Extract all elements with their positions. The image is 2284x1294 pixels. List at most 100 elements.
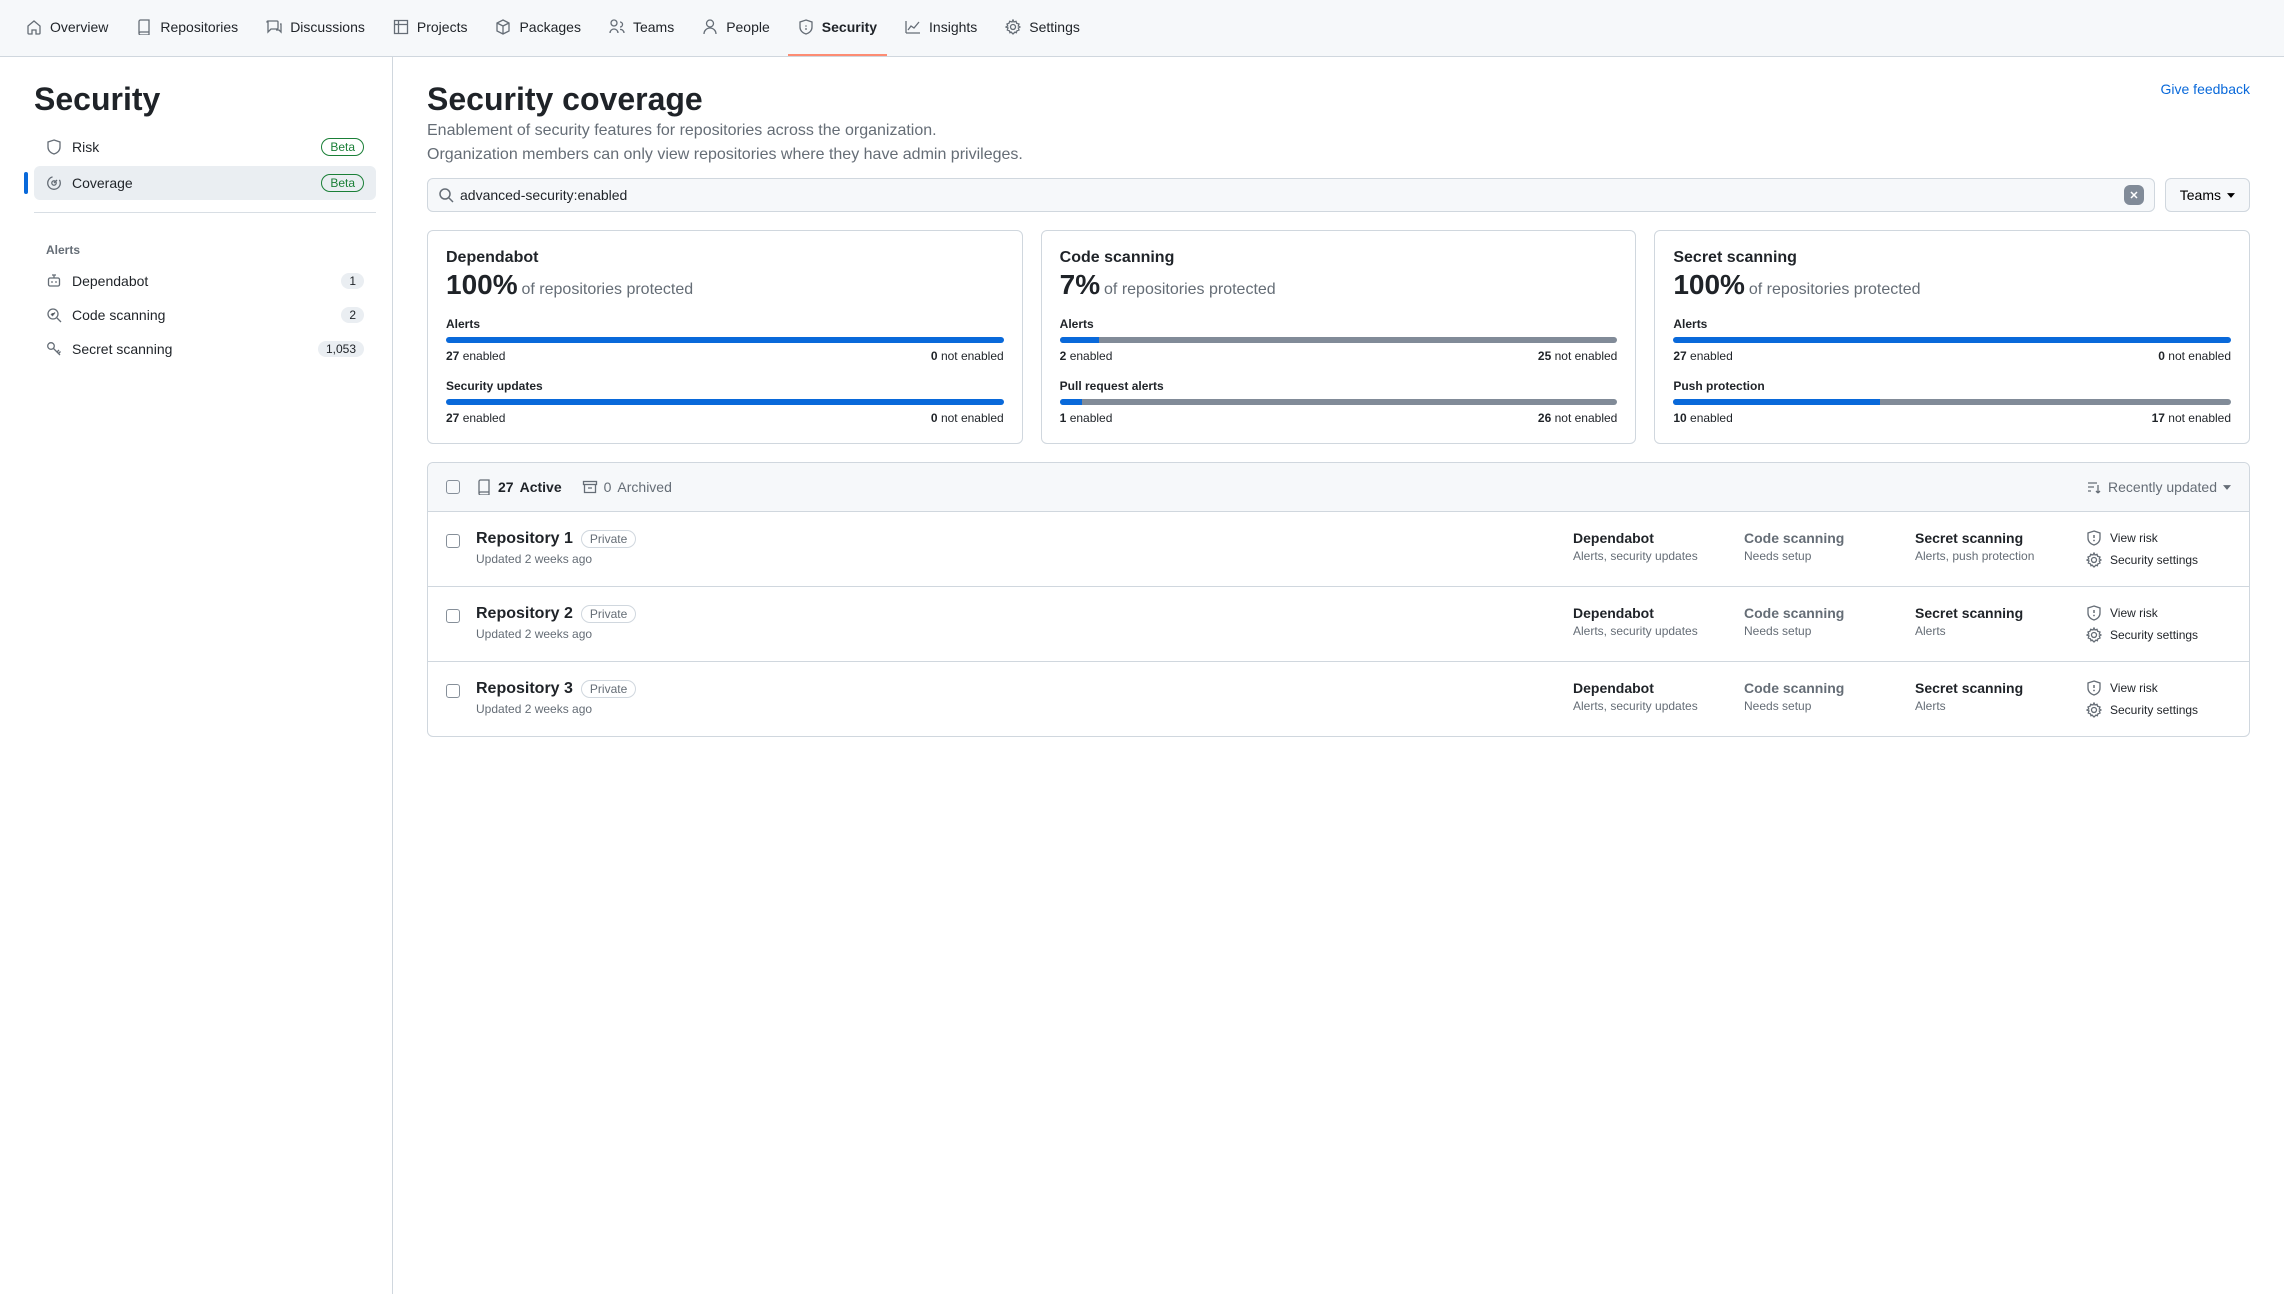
sort-button[interactable]: Recently updated [2086,479,2231,495]
card-percent: 100% [1673,269,1745,300]
active-count: 27 [498,479,514,495]
enabled-count: 27 enabled [446,411,505,425]
enabled-count: 2 enabled [1060,349,1113,363]
card-title: Code scanning [1060,249,1618,267]
search-input[interactable] [454,185,2124,205]
select-all-checkbox[interactable] [446,480,460,494]
card-percent-of: of repositories protected [1749,281,1921,298]
view-risk-link[interactable]: View risk [2086,530,2231,546]
sidebar: Security RiskBetaCoverageBeta Alerts Dep… [0,57,393,1294]
nav-label: Projects [417,19,468,35]
nav-people[interactable]: People [692,0,780,56]
page-title: Security coverage [427,81,703,118]
dependabot-title: Dependabot [1573,680,1728,696]
clear-search-button[interactable] [2124,185,2144,205]
sidebar-alerts-heading: Alerts [34,225,376,265]
nav-repositories[interactable]: Repositories [126,0,248,56]
nav-label: Discussions [290,19,365,35]
gear-icon [2086,552,2102,568]
nav-overview[interactable]: Overview [16,0,118,56]
codescanning-sub: Needs setup [1744,549,1899,563]
projects-icon [393,19,409,35]
sidebar-item-label: Risk [72,139,311,155]
nav-discussions[interactable]: Discussions [256,0,375,56]
beta-badge: Beta [321,138,364,156]
secretscanning-sub: Alerts, push protection [1915,549,2070,563]
sidebar-item-coverage[interactable]: CoverageBeta [34,166,376,200]
card-section-label: Security updates [446,379,1004,393]
repo-checkbox[interactable] [446,534,460,548]
security-settings-link[interactable]: Security settings [2086,627,2231,643]
nav-label: Insights [929,19,977,35]
repo-checkbox[interactable] [446,684,460,698]
not-enabled-count: 17 not enabled [2152,411,2231,425]
repo-row: Repository 2Private Updated 2 weeks ago … [428,587,2249,662]
card-section-label: Pull request alerts [1060,379,1618,393]
not-enabled-count: 0 not enabled [2158,349,2231,363]
coverage-icon [46,175,62,191]
alert-icon [46,273,62,289]
card-secret-scanning: Secret scanning 100% of repositories pro… [1654,230,2250,444]
nav-packages[interactable]: Packages [485,0,590,56]
security-settings-link[interactable]: Security settings [2086,702,2231,718]
sort-label: Recently updated [2108,479,2217,495]
shield-alert-icon [2086,605,2102,621]
sidebar-item-label: Secret scanning [72,341,308,357]
teams-icon [609,19,625,35]
nav-insights[interactable]: Insights [895,0,987,56]
progress-bar [1673,399,2231,405]
view-risk-link[interactable]: View risk [2086,605,2231,621]
not-enabled-count: 0 not enabled [931,411,1004,425]
teams-filter-label: Teams [2180,187,2221,203]
repo-checkbox[interactable] [446,609,460,623]
caret-down-icon [2227,193,2235,198]
shield-alert-icon [2086,680,2102,696]
gear-icon [2086,702,2102,718]
repo-list: 27 Active 0 Archived Recently updated [427,462,2250,737]
repo-name[interactable]: Repository 1 [476,530,573,548]
shield-alert-icon [2086,530,2102,546]
not-enabled-count: 25 not enabled [1538,349,1617,363]
give-feedback-link[interactable]: Give feedback [2161,81,2251,97]
alert-count: 1,053 [318,341,364,357]
not-enabled-count: 26 not enabled [1538,411,1617,425]
tab-archived[interactable]: 0 Archived [582,479,672,495]
repo-name[interactable]: Repository 2 [476,605,573,623]
repo-row: Repository 3Private Updated 2 weeks ago … [428,662,2249,736]
sidebar-item-risk[interactable]: Risk Beta [34,130,376,164]
archived-count: 0 [604,479,612,495]
enabled-count: 10 enabled [1673,411,1732,425]
nav-label: Settings [1029,19,1080,35]
nav-security[interactable]: Security [788,0,887,56]
search-wrapper[interactable] [427,178,2155,212]
visibility-badge: Private [581,530,636,548]
nav-teams[interactable]: Teams [599,0,684,56]
progress-bar [1060,399,1618,405]
sidebar-alert-code-scanning[interactable]: Code scanning2 [34,299,376,331]
progress-bar [1673,337,2231,343]
codescanning-sub: Needs setup [1744,624,1899,638]
sidebar-alert-dependabot[interactable]: Dependabot1 [34,265,376,297]
alert-count: 1 [341,273,364,289]
card-percent-of: of repositories protected [1104,281,1276,298]
nav-projects[interactable]: Projects [383,0,478,56]
card-section-label: Alerts [1673,317,2231,331]
alert-icon [46,307,62,323]
card-section-label: Push protection [1673,379,2231,393]
nav-settings[interactable]: Settings [995,0,1090,56]
discussions-icon [266,19,282,35]
security-settings-link[interactable]: Security settings [2086,552,2231,568]
sidebar-alert-secret-scanning[interactable]: Secret scanning 1,053 [34,333,376,365]
enabled-count: 1 enabled [1060,411,1113,425]
beta-badge: Beta [321,174,364,192]
codescanning-title: Code scanning [1744,530,1899,546]
nav-label: Overview [50,19,108,35]
overview-icon [26,19,42,35]
tab-active[interactable]: 27 Active [476,479,562,495]
nav-label: Packages [519,19,580,35]
dependabot-title: Dependabot [1573,605,1728,621]
repo-name[interactable]: Repository 3 [476,680,573,698]
teams-filter-button[interactable]: Teams [2165,178,2250,212]
view-risk-link[interactable]: View risk [2086,680,2231,696]
sidebar-item-label: Code scanning [72,307,331,323]
